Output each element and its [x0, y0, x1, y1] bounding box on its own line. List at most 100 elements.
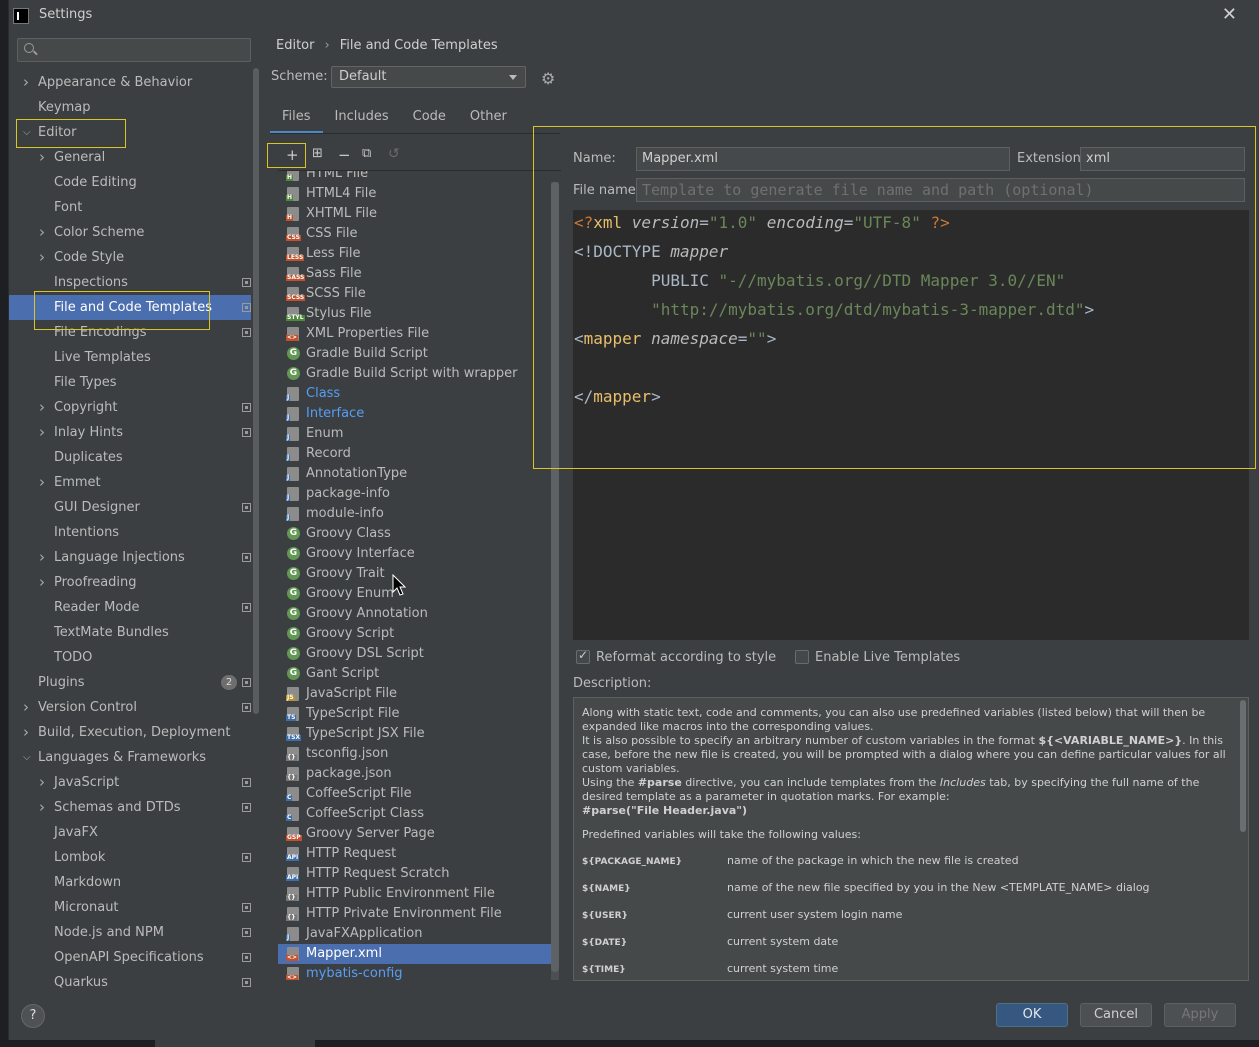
- template-list-item[interactable]: STYL Stylus File: [278, 304, 551, 324]
- copy-icon[interactable]: ⧉: [362, 146, 371, 161]
- template-list-item[interactable]: Jpackage-info: [278, 484, 551, 504]
- template-list-item[interactable]: {} HTTP Private Environment File: [278, 904, 551, 924]
- template-list-item[interactable]: G Groovy DSL Script: [278, 644, 551, 664]
- template-list-item[interactable]: J AnnotationType: [278, 464, 551, 484]
- sidebar-item[interactable]: › Language Injections: [9, 545, 251, 570]
- template-list-item[interactable]: {} package.json: [278, 764, 551, 784]
- template-list-item[interactable]: J Class: [278, 384, 551, 404]
- sidebar-item[interactable]: Keymap: [9, 95, 251, 120]
- sidebar-item[interactable]: › Version Control: [9, 695, 251, 720]
- template-list-item[interactable]: SCSS SCSS File: [278, 284, 551, 304]
- template-list-item[interactable]: CSS CSS File: [278, 224, 551, 244]
- sidebar-item[interactable]: Intentions: [9, 520, 251, 545]
- chevron-right-icon[interactable]: ›: [39, 795, 45, 820]
- template-list-item[interactable]: H HTML File: [278, 171, 551, 184]
- sidebar-item[interactable]: OpenAPI Specifications: [9, 945, 251, 970]
- template-list-item[interactable]: API HTTP Request Scratch: [278, 864, 551, 884]
- template-list-item[interactable]: G Groovy Script: [278, 624, 551, 644]
- sidebar-item[interactable]: › JavaScript: [9, 770, 251, 795]
- sidebar-item[interactable]: TODO: [9, 645, 251, 670]
- template-list-item[interactable]: G Gradle Build Script: [278, 344, 551, 364]
- sidebar-item[interactable]: › Proofreading: [9, 570, 251, 595]
- template-list-item[interactable]: <> mybatis-config: [278, 964, 551, 980]
- sidebar-scrollbar[interactable]: [253, 68, 259, 714]
- chevron-right-icon[interactable]: ›: [39, 545, 45, 570]
- template-list-item[interactable]: H XHTML File: [278, 204, 551, 224]
- sidebar-item[interactable]: › Build, Execution, Deployment: [9, 720, 251, 745]
- template-list-item[interactable]: J JavaFXApplication: [278, 924, 551, 944]
- sidebar-item[interactable]: Markdown: [9, 870, 251, 895]
- tab-files[interactable]: Files: [270, 108, 323, 134]
- template-list-item[interactable]: J Interface: [278, 404, 551, 424]
- template-list-item[interactable]: G Groovy Trait: [278, 564, 551, 584]
- sidebar-item[interactable]: › Code Style: [9, 245, 251, 270]
- sidebar-item[interactable]: › Appearance & Behavior: [9, 70, 251, 95]
- sidebar-item[interactable]: Reader Mode: [9, 595, 251, 620]
- cancel-button[interactable]: Cancel: [1080, 1003, 1152, 1027]
- tab-other[interactable]: Other: [458, 108, 519, 134]
- template-list-item[interactable]: G Gant Script: [278, 664, 551, 684]
- sidebar-item[interactable]: › Emmet: [9, 470, 251, 495]
- sidebar-item[interactable]: › General: [9, 145, 251, 170]
- chevron-right-icon[interactable]: ›: [39, 220, 45, 245]
- close-icon[interactable]: ✕: [1222, 4, 1237, 25]
- chevron-right-icon[interactable]: ›: [39, 470, 45, 495]
- sidebar-item[interactable]: › Copyright: [9, 395, 251, 420]
- ok-button[interactable]: OK: [996, 1003, 1068, 1027]
- sidebar-item[interactable]: Micronaut: [9, 895, 251, 920]
- template-list-item[interactable]: J Enum: [278, 424, 551, 444]
- sidebar-item[interactable]: › Schemas and DTDs: [9, 795, 251, 820]
- template-list-item[interactable]: Jmodule-info: [278, 504, 551, 524]
- breadcrumb-parent[interactable]: Editor: [276, 38, 314, 53]
- chevron-right-icon[interactable]: ›: [39, 395, 45, 420]
- sidebar-item[interactable]: Quarkus: [9, 970, 251, 995]
- chevron-right-icon[interactable]: ›: [39, 245, 45, 270]
- template-list-item[interactable]: G Groovy Enum: [278, 584, 551, 604]
- chevron-down-icon[interactable]: ⌵: [23, 745, 31, 770]
- sidebar-item[interactable]: ⌵ Languages & Frameworks: [9, 745, 251, 770]
- tab-code[interactable]: Code: [401, 108, 458, 134]
- template-list-item[interactable]: G Groovy Interface: [278, 544, 551, 564]
- settings-search-input[interactable]: [17, 38, 251, 62]
- chevron-right-icon[interactable]: ›: [23, 720, 29, 745]
- tab-includes[interactable]: Includes: [323, 108, 401, 134]
- template-list-item[interactable]: G Groovy Class: [278, 524, 551, 544]
- sidebar-item[interactable]: JavaFX: [9, 820, 251, 845]
- reformat-checkbox[interactable]: [576, 648, 590, 664]
- template-list-item[interactable]: SASS Sass File: [278, 264, 551, 284]
- template-list-item[interactable]: LESS Less File: [278, 244, 551, 264]
- sidebar-item[interactable]: Code Editing: [9, 170, 251, 195]
- sidebar-item[interactable]: Duplicates: [9, 445, 251, 470]
- chevron-right-icon[interactable]: ›: [39, 145, 45, 170]
- help-button[interactable]: ?: [21, 1004, 45, 1028]
- template-list-item[interactable]: <> XML Properties File: [278, 324, 551, 344]
- sidebar-item[interactable]: TextMate Bundles: [9, 620, 251, 645]
- live-templates-checkbox[interactable]: [795, 650, 809, 664]
- chevron-right-icon[interactable]: ›: [39, 770, 45, 795]
- sidebar-item[interactable]: File Types: [9, 370, 251, 395]
- sidebar-item[interactable]: Live Templates: [9, 345, 251, 370]
- chevron-right-icon[interactable]: ›: [23, 695, 29, 720]
- chevron-right-icon[interactable]: ›: [39, 570, 45, 595]
- create-child-icon[interactable]: ⊞: [312, 146, 323, 161]
- template-list-item[interactable]: {} tsconfig.json: [278, 744, 551, 764]
- template-list-item[interactable]: H HTML4 File: [278, 184, 551, 204]
- sidebar-item[interactable]: Plugins 2: [9, 670, 251, 695]
- template-list-item[interactable]: C CoffeeScript File: [278, 784, 551, 804]
- template-list-item[interactable]: G Groovy Annotation: [278, 604, 551, 624]
- gear-icon[interactable]: ⚙: [541, 69, 555, 88]
- description-scrollbar[interactable]: [1240, 700, 1246, 832]
- template-list-item[interactable]: C CoffeeScript Class: [278, 804, 551, 824]
- template-list-item[interactable]: <> Mapper.xml: [278, 944, 551, 964]
- sidebar-item[interactable]: › Inlay Hints: [9, 420, 251, 445]
- template-list-item[interactable]: J Record: [278, 444, 551, 464]
- scheme-select[interactable]: Default: [331, 66, 526, 88]
- reset-icon[interactable]: ↺: [388, 146, 400, 162]
- sidebar-item[interactable]: › Color Scheme: [9, 220, 251, 245]
- template-list-item[interactable]: G Gradle Build Script with wrapper: [278, 364, 551, 384]
- chevron-right-icon[interactable]: ›: [23, 70, 29, 95]
- template-list-item[interactable]: JS JavaScript File: [278, 684, 551, 704]
- template-list-item[interactable]: {} HTTP Public Environment File: [278, 884, 551, 904]
- remove-icon[interactable]: −: [338, 146, 351, 164]
- chevron-right-icon[interactable]: ›: [39, 420, 45, 445]
